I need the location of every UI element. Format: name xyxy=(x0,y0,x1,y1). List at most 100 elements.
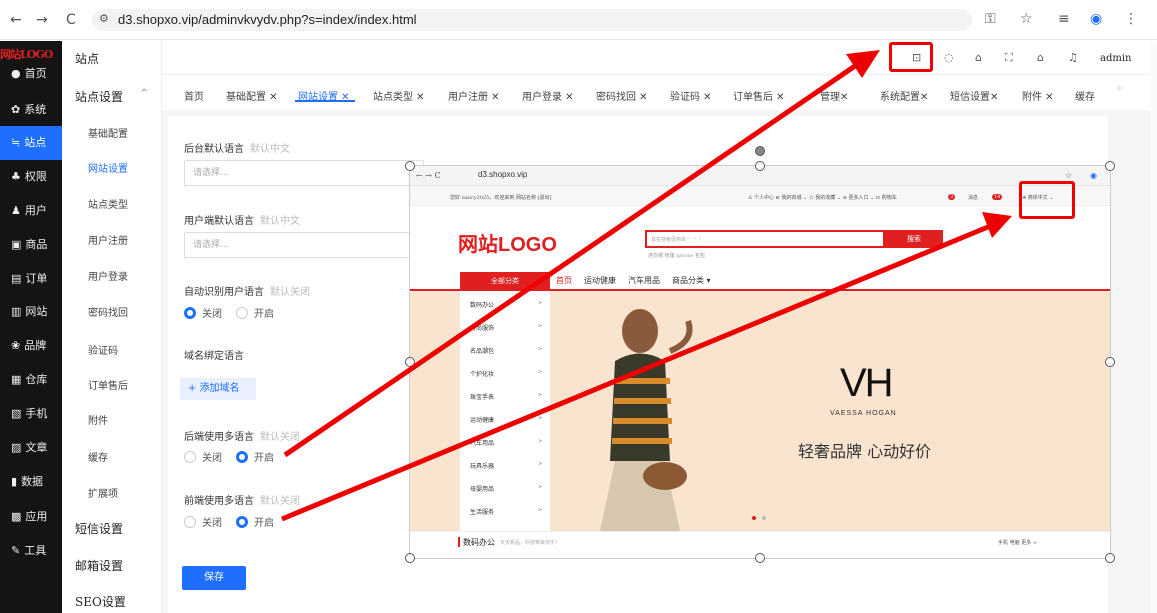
resize-handle[interactable] xyxy=(405,553,415,563)
tab[interactable]: 系统配置✕ xyxy=(880,88,928,103)
embedded-url: d3.shopxo.vip xyxy=(478,170,528,179)
sidebar-item-6[interactable]: ▤ 订单 xyxy=(0,262,62,296)
sub-menu-item[interactable]: 用户注册 xyxy=(88,232,128,247)
rotate-handle[interactable] xyxy=(755,146,765,156)
tab[interactable]: 订单售后 ✕ xyxy=(733,88,785,103)
sidebar-item-11[interactable]: ▨ 文章 xyxy=(0,431,62,465)
star-icon[interactable]: ☆ xyxy=(1020,11,1033,27)
tab[interactable]: 短信设置✕ xyxy=(950,88,998,103)
embedded-profile-icon: ◉ xyxy=(1090,171,1097,180)
resize-handle[interactable] xyxy=(755,161,765,171)
embedded-search-box: 其实搜索很简单^_^ ! xyxy=(645,230,885,248)
user-lang-select[interactable]: 请选择... xyxy=(184,232,424,258)
tab[interactable]: 缓存 xyxy=(1075,88,1095,103)
sub-menu-seo[interactable]: SEO设置 xyxy=(75,593,126,610)
resize-handle[interactable] xyxy=(405,357,415,367)
sub-menu-item[interactable]: 扩展项 xyxy=(88,485,118,500)
sidebar-item-9[interactable]: ▦ 仓库 xyxy=(0,363,62,397)
sub-menu-item[interactable]: 验证码 xyxy=(88,342,118,357)
resize-handle[interactable] xyxy=(1105,357,1115,367)
sidebar-item-14[interactable]: ✎ 工具 xyxy=(0,534,62,568)
sub-menu-item[interactable]: 附件 xyxy=(88,412,108,427)
sidebar-item-3[interactable]: ♣ 权限 xyxy=(0,160,62,194)
home-icon[interactable]: ⌂ xyxy=(1037,51,1044,64)
admin-user[interactable]: admin xyxy=(1100,53,1131,64)
tab[interactable]: 首页 xyxy=(184,88,204,103)
resize-handle[interactable] xyxy=(1105,161,1115,171)
browser-toolbar: ← → C ⚙ d3.shopxo.vip/adminvkvydv.php?s=… xyxy=(0,0,1157,40)
sidebar-item-4[interactable]: ♟ 用户 xyxy=(0,194,62,228)
sidebar-item-5[interactable]: ▣ 商品 xyxy=(0,228,62,262)
sub-menu-item[interactable]: 缓存 xyxy=(88,449,108,464)
highlight-box-language xyxy=(1019,181,1075,219)
tab[interactable]: 管理✕ xyxy=(820,88,848,103)
sidebar-icon: ✎ xyxy=(11,544,21,557)
sidebar-item-10[interactable]: ▧ 手机 xyxy=(0,397,62,431)
sub-menu-item[interactable]: 站点类型 xyxy=(88,196,128,211)
key-icon[interactable]: ⚿ xyxy=(985,11,996,27)
tab[interactable]: 用户登录 ✕ xyxy=(522,88,574,103)
playlist-icon[interactable]: ≡ xyxy=(1058,11,1070,27)
sub-menu-sms[interactable]: 短信设置 xyxy=(75,520,123,537)
sidebar-item-0[interactable]: ● 首页 xyxy=(0,57,62,91)
auto-lang-off-radio[interactable]: 关闭 xyxy=(184,305,222,320)
site-info-icon[interactable]: ⚙ xyxy=(99,12,109,25)
embedded-floor-links: 手机 电脑 更多 > xyxy=(998,540,1037,546)
save-button[interactable]: 保存 xyxy=(182,566,246,590)
embedded-banner-model-image xyxy=(600,309,693,531)
sidebar-item-2[interactable]: ≒ 站点 xyxy=(0,126,62,160)
tab[interactable]: 站点类型 ✕ xyxy=(373,88,425,103)
store-icon[interactable]: ⌂ xyxy=(975,51,982,64)
embedded-category-item: 生活服务 xyxy=(470,509,495,516)
reload-icon[interactable]: C xyxy=(66,12,76,28)
resize-handle[interactable] xyxy=(755,553,765,563)
tab[interactable]: 附件 ✕ xyxy=(1022,88,1054,103)
sub-menu-item[interactable]: 密码找回 xyxy=(88,304,128,319)
palette-icon[interactable]: ◌ xyxy=(944,51,954,64)
sidebar-item-label: 权限 xyxy=(24,170,47,183)
admin-lang-select[interactable]: 请选择... xyxy=(184,160,424,186)
url-text[interactable]: d3.shopxo.vip/adminvkvydv.php?s=index/in… xyxy=(118,12,417,27)
embedded-category-chevron-icon: > xyxy=(538,507,543,513)
sub-menu-item[interactable]: 基础配置 xyxy=(88,125,128,140)
resize-handle[interactable] xyxy=(405,161,415,171)
embedded-nav-icons: ← → C xyxy=(416,171,441,180)
sub-menu-item[interactable]: 网站设置 xyxy=(88,160,128,175)
sidebar-item-label: 系统 xyxy=(24,103,47,116)
backend-multi-off-radio[interactable]: 关闭 xyxy=(184,449,222,464)
embedded-category-chevron-icon: > xyxy=(538,323,543,329)
grid-icon[interactable]: ⁘ xyxy=(1116,84,1124,94)
frontend-multi-on-radio[interactable]: 开启 xyxy=(236,514,274,529)
add-domain-button[interactable]: + 添加域名 xyxy=(180,378,256,400)
scrollbar[interactable] xyxy=(1150,41,1157,613)
sidebar-item-7[interactable]: ▥ 网站 xyxy=(0,295,62,329)
sidebar-item-8[interactable]: ❀ 品牌 xyxy=(0,329,62,363)
fullscreen-icon[interactable]: ⛶ xyxy=(1005,51,1013,65)
tab[interactable]: 用户注册 ✕ xyxy=(448,88,500,103)
profile-icon[interactable]: ◉ xyxy=(1090,11,1102,27)
sidebar-icon: ≒ xyxy=(11,136,21,149)
auto-lang-on-radio[interactable]: 开启 xyxy=(236,305,274,320)
back-icon[interactable]: ← xyxy=(10,12,22,28)
sidebar-item-13[interactable]: ▩ 应用 xyxy=(0,500,62,534)
resize-handle[interactable] xyxy=(1105,553,1115,563)
embedded-brand-logo: VH xyxy=(840,361,894,405)
embedded-message-link: 消息 xyxy=(968,195,979,201)
chevron-up-icon[interactable]: ^ xyxy=(140,88,148,99)
sidebar-item-12[interactable]: ▮ 数据 xyxy=(0,465,62,499)
forward-icon[interactable]: → xyxy=(36,12,48,28)
menu-dots-icon[interactable]: ⋮ xyxy=(1124,11,1138,27)
sub-menu-item[interactable]: 用户登录 xyxy=(88,268,128,283)
backend-multi-on-radio[interactable]: 开启 xyxy=(236,449,274,464)
sub-menu-group-site-settings[interactable]: 站点设置 xyxy=(75,88,123,105)
sub-menu-mail[interactable]: 邮箱设置 xyxy=(75,557,123,574)
tab[interactable]: 验证码 ✕ xyxy=(670,88,712,103)
sidebar-item-1[interactable]: ✿ 系统 xyxy=(0,93,62,127)
frontend-multi-off-radio[interactable]: 关闭 xyxy=(184,514,222,529)
tab[interactable]: 密码找回 ✕ xyxy=(596,88,648,103)
sidebar-item-label: 站点 xyxy=(24,136,47,149)
embedded-cart-count: 3 xyxy=(948,194,956,200)
bell-icon[interactable]: ♫ xyxy=(1068,51,1078,64)
sub-menu-item[interactable]: 订单售后 xyxy=(88,377,128,392)
tab[interactable]: 基础配置 ✕ xyxy=(226,88,278,103)
